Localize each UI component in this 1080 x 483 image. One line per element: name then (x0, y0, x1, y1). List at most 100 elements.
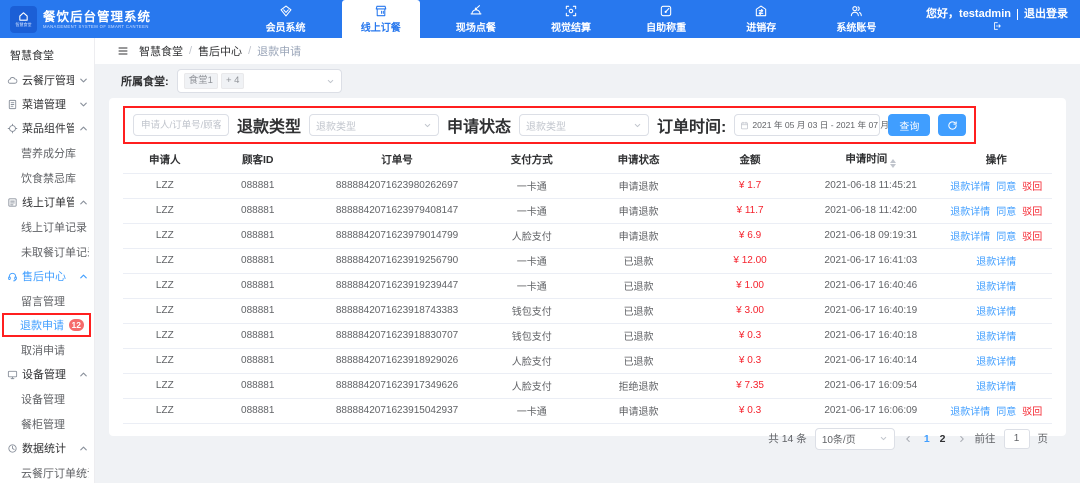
canteen-filter-row: 所属食堂: 食堂1+ 4 (95, 64, 1080, 98)
stats-icon (7, 443, 18, 454)
nav-item-self-weighing[interactable]: 自助称重 (627, 0, 705, 38)
sidebar-item-online-order-records[interactable]: 线上订单记录 (0, 214, 94, 239)
date-range-input[interactable]: 2021 年 05 月 03 日 - 2021 年 07 月 08 日 (734, 114, 880, 136)
column-header: 申请状态 (578, 146, 699, 173)
refund-detail-link[interactable]: 退款详情 (976, 307, 1016, 318)
approve-link[interactable]: 同意 (996, 407, 1016, 418)
breadcrumb-item[interactable]: 售后中心 (198, 43, 242, 59)
sidebar-item-label: 线上订单记录 (21, 219, 89, 235)
canteen-tag: + 4 (221, 73, 244, 89)
nav-item-visual-checkout[interactable]: 视觉结算 (532, 0, 610, 38)
sidebar-item-data-statistics[interactable]: 数据统计 (0, 436, 94, 460)
sidebar-item-recipe-management[interactable]: 菜谱管理 (0, 92, 94, 116)
app-subtitle: MANAGEMENT SYSTEM OF SMART CANTEEN (43, 24, 151, 29)
actions-cell: 退款详情 (940, 373, 1052, 398)
sidebar-item-message-management[interactable]: 留言管理 (0, 288, 94, 313)
sidebar-item-cabinet-management[interactable]: 餐柜管理 (0, 411, 94, 436)
sidebar-item-cloud-restaurant-management[interactable]: 云餐厅管理 (0, 68, 94, 92)
sidebar-item-refund-request[interactable]: 退款申请12 (2, 313, 91, 337)
logout-link[interactable]: 退出登录 (1024, 8, 1068, 21)
chevron-up-icon (78, 369, 89, 380)
unread-count-badge: 12 (69, 319, 84, 331)
approve-link[interactable]: 同意 (996, 182, 1016, 193)
refund-detail-link[interactable]: 退款详情 (950, 207, 990, 218)
table-row: LZZ0888818888842071623918929026人脸支付已退款¥ … (123, 348, 1052, 373)
sidebar-item-nutrition-library[interactable]: 营养成分库 (0, 140, 94, 165)
amount-cell: ¥ 1.00 (699, 273, 801, 298)
sidebar-title: 智慧食堂 (0, 42, 94, 68)
sidebar-item-device-management-item[interactable]: 设备管理 (0, 386, 94, 411)
amount-cell: ¥ 7.35 (699, 373, 801, 398)
nav-item-online-ordering[interactable]: 线上订餐 (342, 0, 420, 38)
app-title: 餐饮后台管理系统 (43, 10, 151, 24)
goto-page-input[interactable] (1004, 429, 1030, 449)
breadcrumb-separator: / (248, 45, 251, 57)
logo-badge-text: 智慧食堂 (16, 22, 32, 27)
nav-item-inventory[interactable]: 进销存 (722, 0, 800, 38)
reject-link[interactable]: 驳回 (1022, 407, 1042, 418)
apply-time-cell: 2021-06-17 16:40:14 (801, 348, 940, 373)
nav-item-member-system[interactable]: 会员系统 (247, 0, 325, 38)
chevron-up-icon (78, 123, 89, 134)
reject-link[interactable]: 驳回 (1022, 207, 1042, 218)
nav-item-system-account[interactable]: 系统账号 (817, 0, 895, 38)
table-row: LZZ0888818888842071623915042937一卡通申请退款¥ … (123, 398, 1052, 423)
refund-detail-link[interactable]: 退款详情 (950, 182, 990, 193)
breadcrumb: 智慧食堂/售后中心/退款申请 (139, 43, 301, 59)
sidebar-item-after-sales-center[interactable]: 售后中心 (0, 264, 94, 288)
account-icon (849, 4, 863, 18)
scan-icon (564, 4, 578, 18)
search-input[interactable] (133, 114, 229, 136)
apply-status-select[interactable]: 退款类型 (519, 114, 649, 136)
reject-link[interactable]: 驳回 (1022, 182, 1042, 193)
canteen-select[interactable]: 食堂1+ 4 (177, 69, 342, 93)
sidebar-item-diet-taboo-library[interactable]: 饮食禁忌库 (0, 165, 94, 190)
applicant-cell: LZZ (123, 198, 207, 223)
app-logo: 智慧食堂 餐饮后台管理系统 MANAGEMENT SYSTEM OF SMART… (0, 0, 238, 38)
next-page-button[interactable] (957, 434, 967, 444)
refund-detail-link[interactable]: 退款详情 (950, 232, 990, 243)
nav-item-onsite-ordering[interactable]: 现场点餐 (437, 0, 515, 38)
approve-link[interactable]: 同意 (996, 232, 1016, 243)
applicant-cell: LZZ (123, 273, 207, 298)
refund-detail-link[interactable]: 退款详情 (976, 332, 1016, 343)
logout-icon[interactable] (992, 21, 1002, 31)
refund-detail-link[interactable]: 退款详情 (976, 282, 1016, 293)
nav-item-label: 现场点餐 (456, 19, 496, 34)
sidebar-item-dish-component-management[interactable]: 菜品组件管理 (0, 116, 94, 140)
order-time-label: 订单时间: (657, 113, 726, 137)
page-button-2[interactable]: 2 (937, 433, 949, 445)
search-button[interactable]: 查询 (888, 114, 930, 136)
status-cell: 已退款 (578, 298, 699, 323)
amount-cell: ¥ 6.9 (699, 223, 801, 248)
menu-toggle-icon[interactable] (117, 45, 129, 57)
sidebar-item-device-management[interactable]: 设备管理 (0, 362, 94, 386)
goto-label: 前往 (975, 431, 996, 446)
apply-time-cell: 2021-06-17 16:40:19 (801, 298, 940, 323)
actions-cell: 退款详情 (940, 298, 1052, 323)
sidebar-item-label: 取消申请 (21, 342, 89, 358)
status-cell: 已退款 (578, 348, 699, 373)
sidebar-item-unclaimed-order-records[interactable]: 未取餐订单记录 (0, 239, 94, 264)
sidebar-item-cloud-restaurant-order-stats[interactable]: 云餐厅订单统计 (0, 460, 94, 483)
topbar: 智慧食堂 餐饮后台管理系统 MANAGEMENT SYSTEM OF SMART… (0, 0, 1080, 38)
page-button-1[interactable]: 1 (921, 433, 933, 445)
sidebar-item-online-order-management[interactable]: 线上订单管理 (0, 190, 94, 214)
reject-link[interactable]: 驳回 (1022, 232, 1042, 243)
refund-type-select[interactable]: 退款类型 (309, 114, 439, 136)
page-size-select[interactable]: 10条/页 (815, 428, 895, 450)
refund-detail-link[interactable]: 退款详情 (976, 257, 1016, 268)
order-no-cell: 8888842071623918830707 (309, 323, 486, 348)
sort-icon[interactable] (890, 159, 896, 168)
refund-detail-link[interactable]: 退款详情 (976, 357, 1016, 368)
prev-page-button[interactable] (903, 434, 913, 444)
refund-detail-link[interactable]: 退款详情 (950, 407, 990, 418)
canteen-tag: 食堂1 (184, 73, 218, 89)
approve-link[interactable]: 同意 (996, 207, 1016, 218)
sidebar-item-cancel-request[interactable]: 取消申请 (0, 337, 94, 362)
refresh-button[interactable] (938, 114, 966, 136)
sidebar-item-label: 售后中心 (22, 268, 74, 284)
chevron-up-icon (78, 197, 89, 208)
refund-detail-link[interactable]: 退款详情 (976, 382, 1016, 393)
breadcrumb-item[interactable]: 智慧食堂 (139, 43, 183, 59)
